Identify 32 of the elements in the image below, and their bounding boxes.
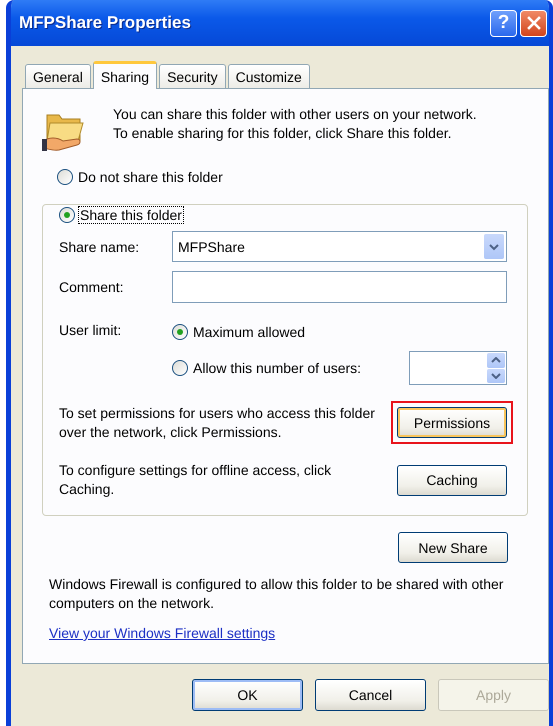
firewall-text: Windows Firewall is configured to allow this folder to be shared with other computers on the network. — [49, 575, 504, 613]
radio-button[interactable] — [172, 360, 188, 376]
window-title: MFPShare Properties — [19, 13, 191, 33]
tab[interactable]: Customize — [228, 64, 310, 88]
radio-label: Share this folder — [79, 207, 183, 223]
permissions-description: To set permissions for users who access this folder over the network, click Permissions. — [59, 404, 376, 442]
close-button[interactable] — [520, 10, 547, 36]
field-label: User limit: — [59, 322, 122, 338]
field-label: Share name: — [59, 238, 140, 254]
tab[interactable]: Security — [159, 64, 226, 88]
close-icon — [526, 15, 542, 31]
dialog-button[interactable]: OK — [192, 679, 303, 711]
share-name-combobox[interactable]: MFPShare — [172, 231, 507, 262]
tab[interactable]: General — [25, 64, 91, 88]
new-share-button[interactable]: New Share — [398, 532, 508, 563]
caching-button[interactable]: Caching — [397, 464, 507, 496]
radio-button[interactable] — [57, 169, 73, 185]
radio-button[interactable] — [172, 324, 188, 340]
caching-description: To configure settings for offline access, click Caching. — [59, 461, 332, 499]
firewall-settings-link[interactable]: View your Windows Firewall settings — [49, 625, 276, 641]
dialog-button[interactable]: Cancel — [315, 679, 426, 711]
comment-field[interactable] — [172, 271, 507, 303]
radio-button[interactable] — [59, 207, 75, 223]
field-label: Comment: — [59, 279, 125, 295]
permissions-button[interactable]: Permissions — [397, 407, 507, 438]
radio-label: Allow this number of users: — [192, 360, 362, 376]
dropdown-icon — [484, 234, 504, 259]
tab[interactable]: Sharing — [92, 61, 158, 89]
intro-text: You can share this folder with other users on your network. To enable sharing for this folder, click Share this folder. — [113, 105, 478, 143]
radio-label: Maximum allowed — [192, 324, 306, 340]
radio-label: Do not share this folder — [77, 169, 224, 185]
user-count-spinner[interactable] — [409, 351, 507, 385]
